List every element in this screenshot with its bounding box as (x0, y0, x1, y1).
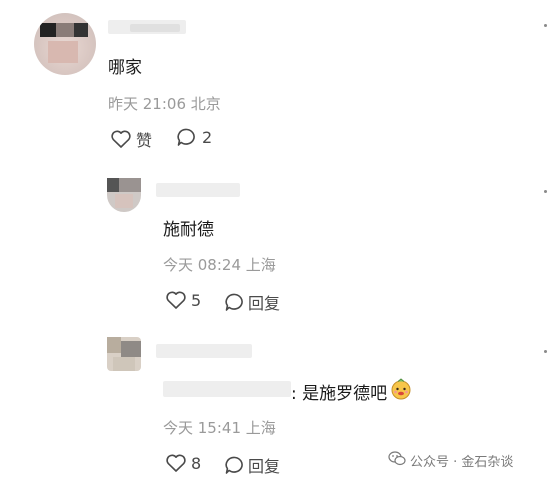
reply-label: 回复 (248, 294, 281, 313)
reply-avatar[interactable] (107, 178, 141, 212)
reply-text: : 是施罗德吧 (291, 384, 388, 404)
reply-count: 2 (202, 127, 213, 147)
reply-text: 施耐德 (163, 220, 214, 240)
reply-username-blurred[interactable] (156, 183, 240, 197)
reply-button[interactable]: 回复 (224, 453, 280, 477)
comment-text: 哪家 (108, 58, 142, 78)
like-button[interactable]: 赞 (110, 127, 152, 151)
reply-label: 回复 (248, 457, 281, 476)
reply-username-blurred[interactable] (156, 344, 252, 358)
heart-icon (165, 453, 187, 473)
comment-bubble-icon (176, 127, 198, 147)
mention-username-blurred[interactable] (163, 381, 291, 397)
more-dots-icon[interactable] (544, 350, 547, 353)
reply-button[interactable]: 回复 (224, 290, 280, 314)
reply-meta: 今天 15:41 上海 (163, 419, 276, 437)
like-button[interactable]: 8 (165, 453, 201, 473)
like-button[interactable]: 5 (165, 290, 201, 310)
like-label: 赞 (136, 131, 153, 150)
watermark-text: 公众号 · 金石杂谈 (410, 455, 514, 470)
comment-meta: 昨天 21:06 北京 (108, 95, 221, 113)
watermark: 公众号 · 金石杂谈 (388, 451, 513, 470)
reply-meta: 今天 08:24 上海 (163, 256, 276, 274)
more-dots-icon[interactable] (544, 190, 547, 193)
reply-count-button[interactable]: 2 (176, 127, 212, 147)
comment-bubble-icon (224, 292, 246, 312)
wechat-icon (388, 451, 406, 470)
like-count: 5 (191, 290, 202, 310)
comment-bubble-icon (224, 455, 246, 475)
smiling-face-emoji-icon (389, 378, 413, 405)
like-count: 8 (191, 453, 202, 473)
heart-icon (165, 290, 187, 310)
more-dots-icon[interactable] (544, 24, 547, 27)
avatar[interactable] (34, 13, 96, 75)
heart-icon (110, 129, 132, 149)
reply-avatar[interactable] (107, 337, 141, 371)
